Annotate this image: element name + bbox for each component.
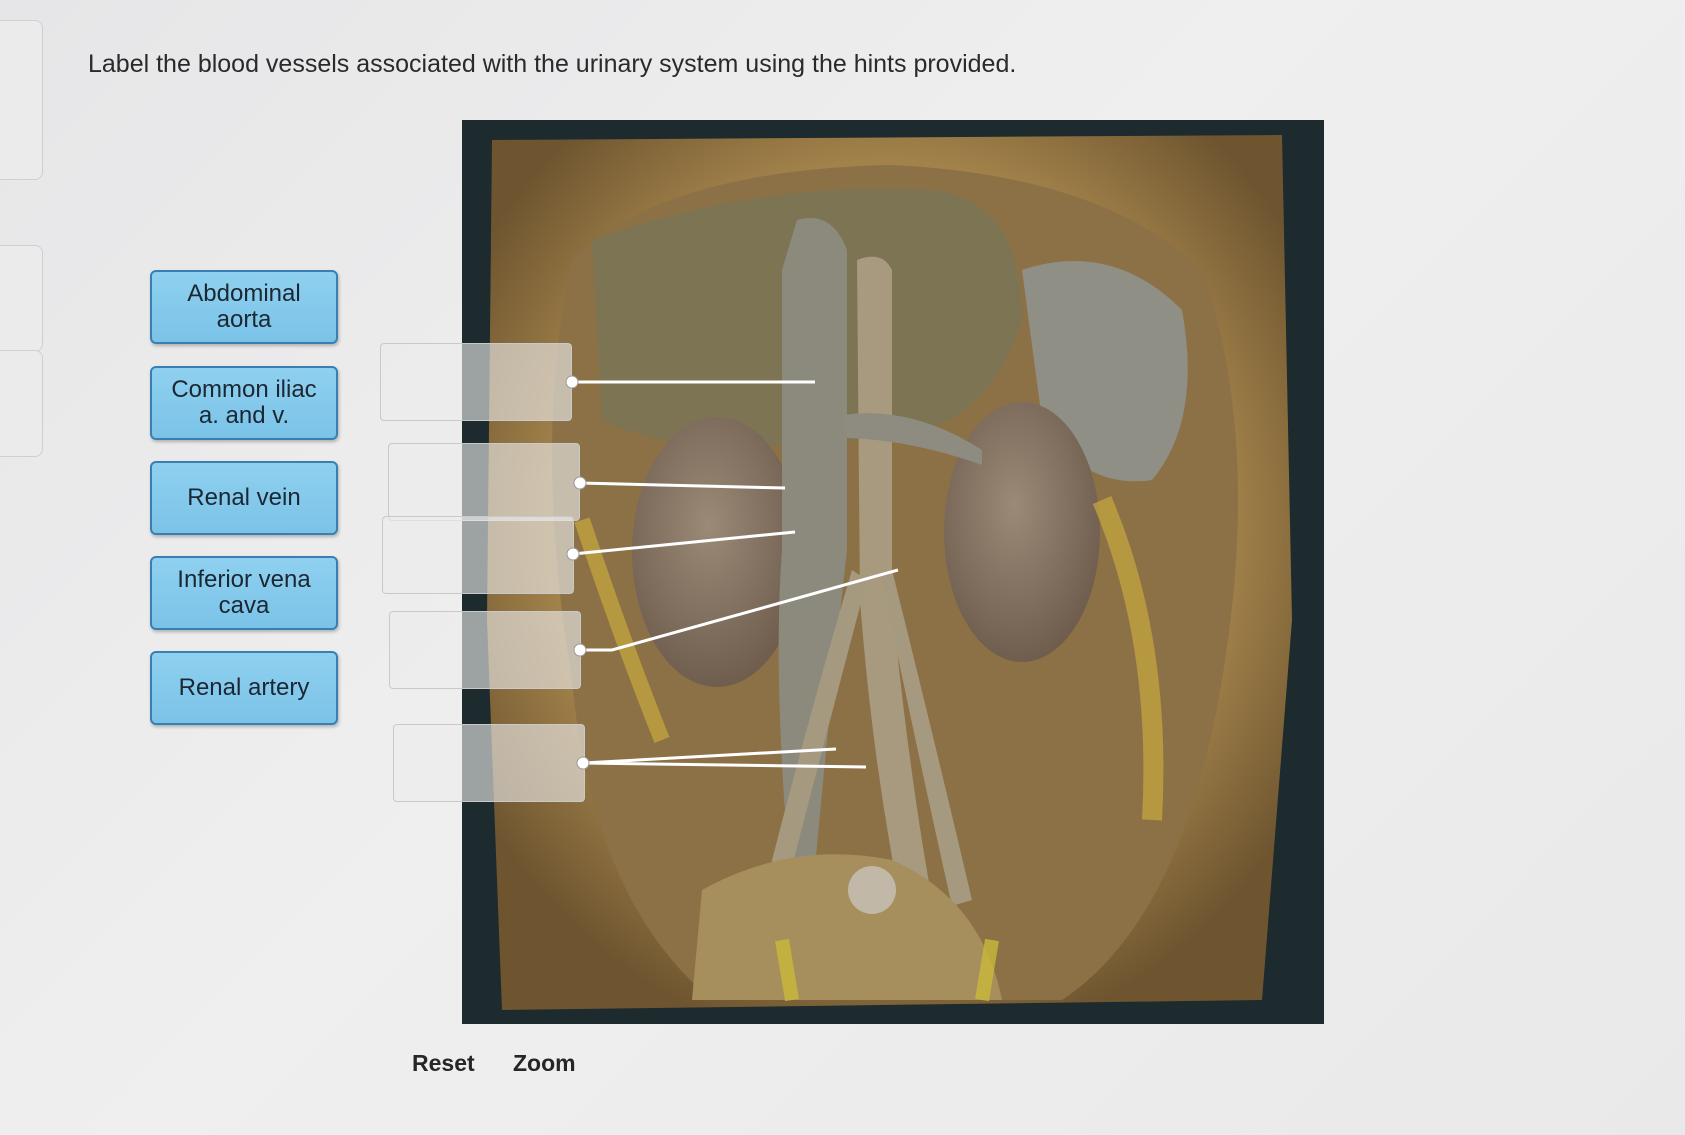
side-panel-tab-2[interactable] [0, 245, 43, 352]
zoom-button[interactable]: Zoom [513, 1050, 576, 1077]
drop-zone-3[interactable] [382, 516, 574, 594]
label-abdominal-aorta[interactable]: Abdominal aorta [150, 270, 338, 344]
drop-zone-5[interactable] [393, 724, 585, 802]
side-panel-tab-3[interactable] [0, 350, 43, 457]
cadaver-specimen-image [462, 120, 1324, 1024]
side-panel-tab-1[interactable] [0, 20, 43, 180]
drop-zone-2[interactable] [388, 443, 580, 521]
label-renal-vein[interactable]: Renal vein [150, 461, 338, 535]
question-instruction: Label the blood vessels associated with … [88, 50, 1017, 78]
reset-button[interactable]: Reset [412, 1050, 475, 1077]
label-common-iliac[interactable]: Common iliac a. and v. [150, 366, 338, 440]
drop-zone-1[interactable] [380, 343, 572, 421]
label-renal-artery[interactable]: Renal artery [150, 651, 338, 725]
label-inferior-vena-cava[interactable]: Inferior vena cava [150, 556, 338, 630]
drop-zone-4[interactable] [389, 611, 581, 689]
